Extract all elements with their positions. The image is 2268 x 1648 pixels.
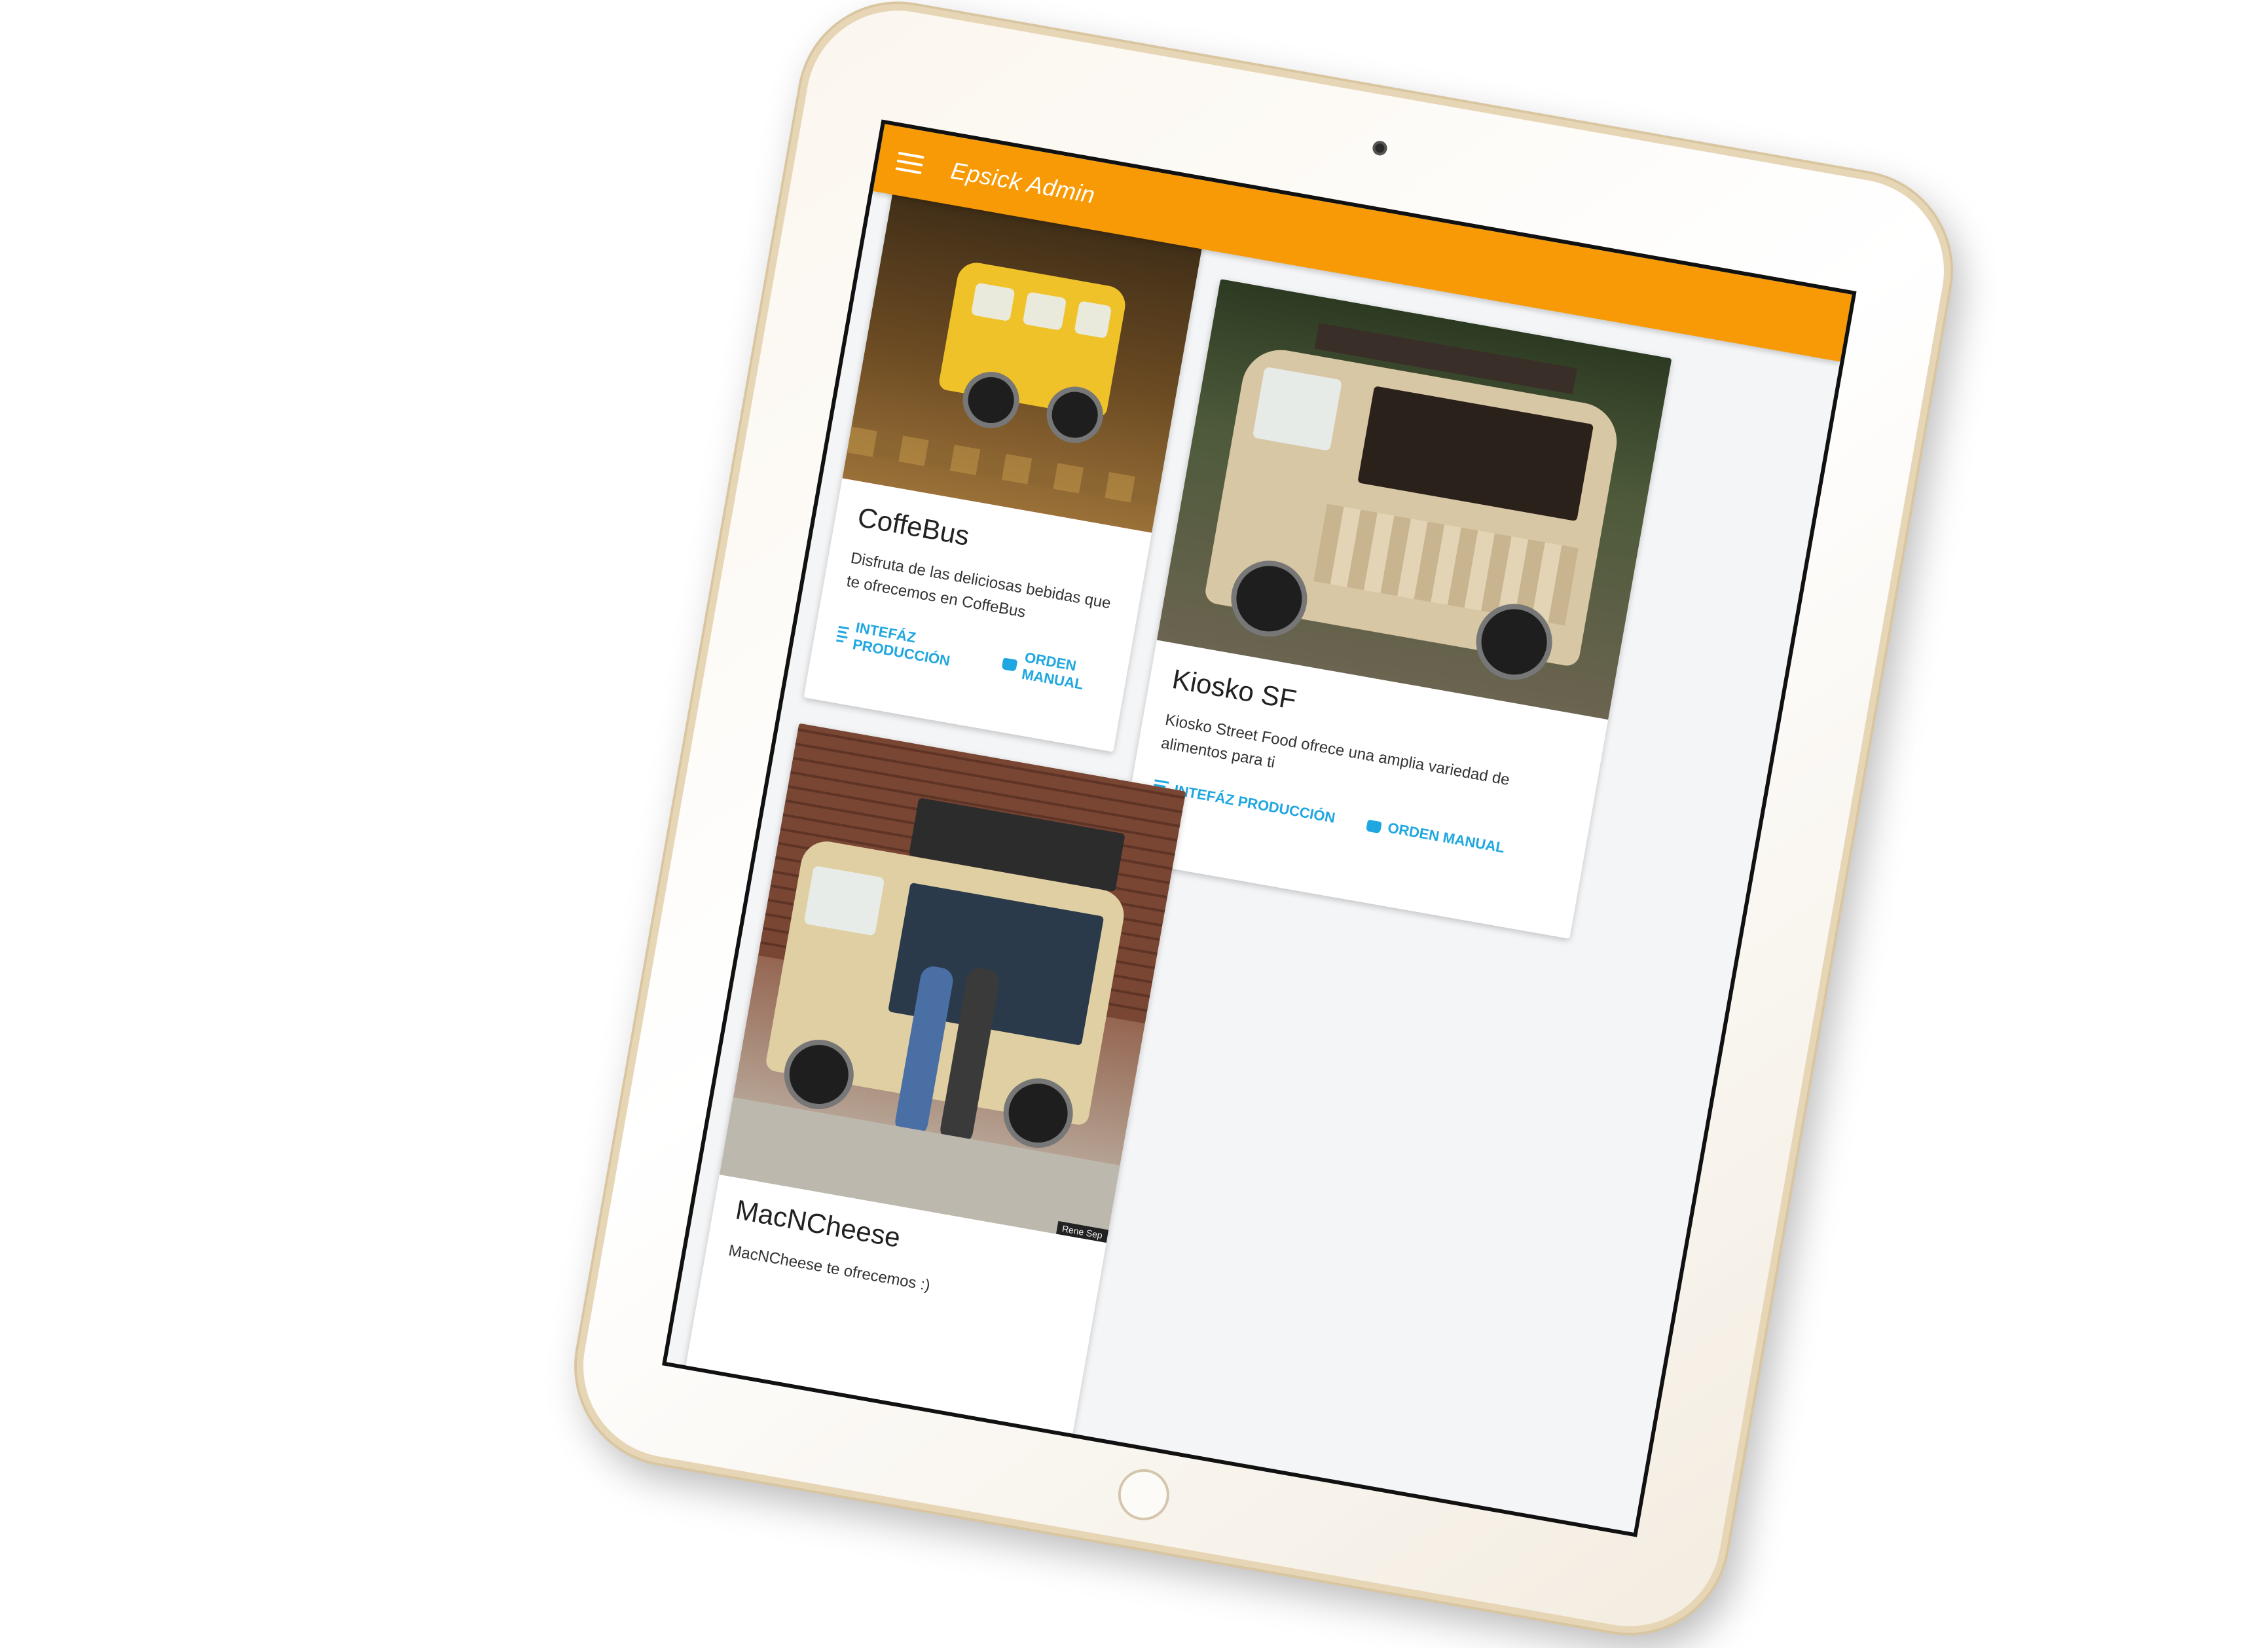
card-grid: CoffeBus Disfruta de las deliciosas bebi… <box>667 168 1840 1533</box>
manual-order-label: Orden Manual <box>1020 649 1085 693</box>
hamburger-menu-icon[interactable] <box>895 151 924 175</box>
list-icon <box>836 625 849 643</box>
tablet-device: Epsick Admin CoffeBus Disfruta de las de… <box>561 0 1966 1648</box>
truck-card-coffebus: CoffeBus Disfruta de las deliciosas bebi… <box>803 168 1207 752</box>
home-button[interactable] <box>1114 1465 1174 1525</box>
camera-icon <box>1371 139 1389 157</box>
production-interface-label: Intefáz Producción <box>1173 781 1337 826</box>
kiosko-sf-image <box>1156 279 1672 720</box>
manual-order-button[interactable]: Orden Manual <box>1366 816 1506 857</box>
manual-order-button[interactable]: Orden Manual <box>1000 646 1107 697</box>
production-interface-label: Intefáz Producción <box>851 619 951 669</box>
tablet-screen: Epsick Admin CoffeBus Disfruta de las de… <box>662 119 1857 1537</box>
shopping-bag-icon <box>1001 655 1018 672</box>
shopping-bag-icon <box>1366 817 1383 834</box>
truck-card-kiosko-sf: Kiosko SF Kiosko Street Food ofrece una … <box>1118 279 1672 939</box>
manual-order-label: Orden Manual <box>1386 819 1507 856</box>
app-title: Epsick Admin <box>949 156 1097 209</box>
macncheese-image: Rene Sep <box>719 723 1186 1243</box>
production-interface-button[interactable]: Intefáz Producción <box>835 616 974 673</box>
truck-card-macncheese: Rene Sep MacNCheese MacNCheese te ofrece… <box>674 723 1186 1501</box>
